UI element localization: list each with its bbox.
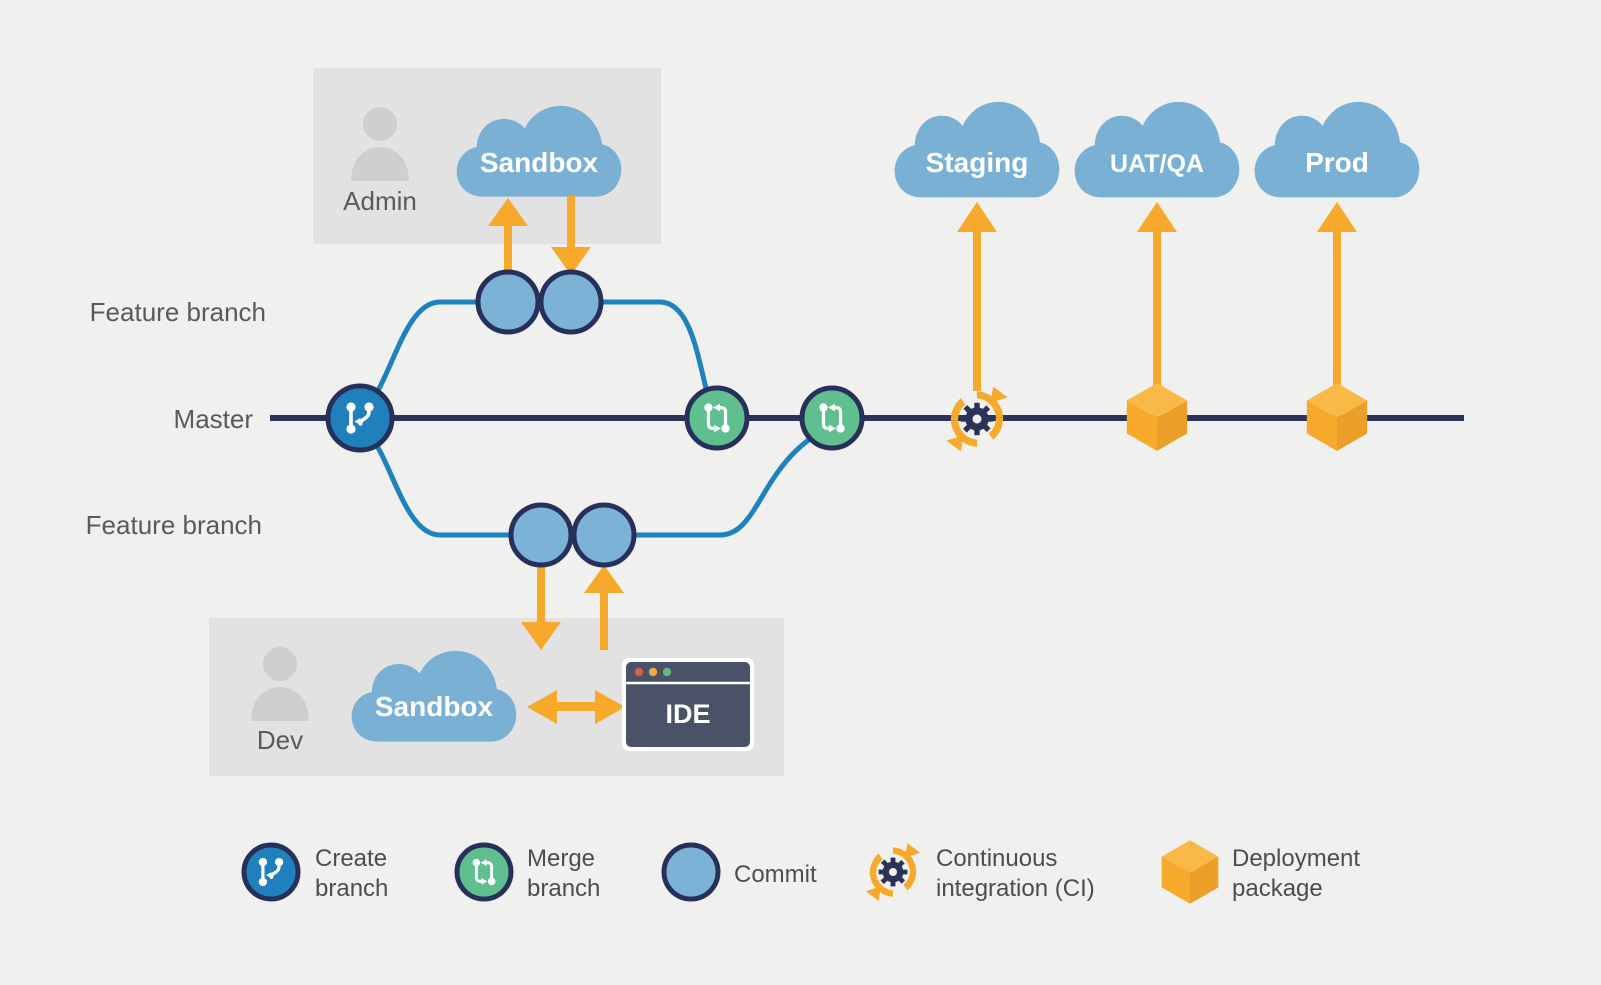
dev-person-label: Dev <box>257 725 303 755</box>
admin-sandbox-label: Sandbox <box>480 147 599 178</box>
diagram-canvas: Feature branch Master Feature branch Adm… <box>0 0 1601 985</box>
node-create-branch[interactable] <box>325 383 395 453</box>
legend-label-deployment-line2: package <box>1232 875 1323 902</box>
node-commit-upper-2[interactable] <box>538 269 604 335</box>
legend-label-ci-line2: integration (CI) <box>936 875 1095 902</box>
legend-label-deployment-line1: Deployment <box>1232 845 1360 872</box>
ide-close-dot <box>634 667 644 677</box>
legend-label-merge-branch-line2: branch <box>527 875 600 902</box>
environment-label-uat-qa: UAT/QA <box>1110 150 1204 178</box>
environment-label-staging: Staging <box>926 147 1029 178</box>
dev-sandbox-label: Sandbox <box>375 691 494 722</box>
label-feature-branch-bottom: Feature branch <box>86 510 262 540</box>
legend-label-ci-line1: Continuous <box>936 845 1057 872</box>
commit-icon <box>661 842 721 902</box>
ide-minimize-dot <box>648 667 658 677</box>
ide-maximize-dot <box>662 667 672 677</box>
node-commit-upper-1[interactable] <box>475 269 541 335</box>
legend-label-create-branch-line1: Create <box>315 845 387 872</box>
node-merge-branch-1[interactable] <box>684 385 750 451</box>
admin-person-label: Admin <box>343 186 417 216</box>
ide-label: IDE <box>665 699 710 729</box>
environment-label-prod: Prod <box>1305 147 1369 178</box>
ide-window[interactable]: IDE <box>622 658 754 751</box>
node-commit-lower-1[interactable] <box>508 502 574 568</box>
node-commit-lower-2[interactable] <box>571 502 637 568</box>
label-master: Master <box>174 404 254 434</box>
legend-label-merge-branch-line1: Merge <box>527 845 595 872</box>
legend-label-create-branch-line2: branch <box>315 875 388 902</box>
label-feature-branch-top: Feature branch <box>90 297 266 327</box>
legend-label-commit: Commit <box>734 861 817 888</box>
node-merge-branch-2[interactable] <box>799 385 865 451</box>
